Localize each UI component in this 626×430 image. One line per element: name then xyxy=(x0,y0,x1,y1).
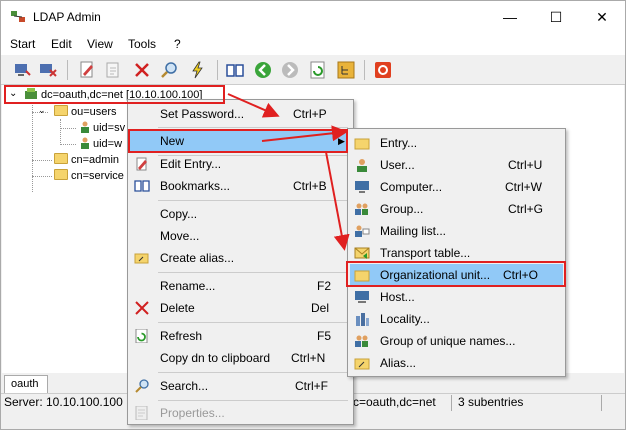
annotation-box-org-unit xyxy=(346,261,566,287)
close-button[interactable]: ✕ xyxy=(579,1,625,33)
status-dn: c=oauth,dc=net xyxy=(353,395,436,409)
toolbar-separator xyxy=(67,60,68,80)
toolbar-separator xyxy=(364,60,365,80)
menu-tools[interactable]: Tools xyxy=(128,37,156,51)
folder-icon xyxy=(54,169,68,180)
maximize-button[interactable]: ☐ xyxy=(533,1,579,33)
tree-node-users[interactable]: ou=users xyxy=(54,105,117,118)
status-divider xyxy=(451,395,452,411)
submenu-item-group[interactable]: Group... Ctrl+G xyxy=(350,198,563,220)
disconnect-icon[interactable] xyxy=(38,60,58,80)
app-icon xyxy=(11,11,25,22)
user-icon xyxy=(357,159,367,172)
refresh-icon[interactable] xyxy=(308,60,328,80)
submenu-item-computer[interactable]: Computer... Ctrl+W xyxy=(350,176,563,198)
menu-item-properties: Properties... xyxy=(130,402,351,424)
menu-help[interactable]: ? xyxy=(174,37,181,51)
menu-item-edit-entry[interactable]: Edit Entry... xyxy=(130,153,351,175)
status-subentries: 3 subentries xyxy=(458,395,524,409)
forward-icon[interactable] xyxy=(280,60,300,80)
transport-icon xyxy=(354,247,370,259)
search-icon[interactable] xyxy=(159,60,179,80)
group-icon xyxy=(355,335,368,347)
menu-item-rename[interactable]: Rename... F2 xyxy=(130,275,351,297)
back-icon[interactable] xyxy=(253,60,273,80)
delete-icon[interactable] xyxy=(132,60,152,80)
status-server: Server: 10.10.100.100 xyxy=(4,395,123,409)
submenu-item-host[interactable]: Host... xyxy=(350,286,563,308)
tree-node-service[interactable]: cn=service xyxy=(54,169,124,182)
properties-icon xyxy=(135,406,148,420)
exit-icon[interactable] xyxy=(373,60,393,80)
alias-icon xyxy=(354,358,370,370)
toolbar-separator xyxy=(217,60,218,80)
menu-item-bookmarks[interactable]: Bookmarks... Ctrl+B xyxy=(130,175,351,197)
menu-item-move[interactable]: Move... xyxy=(130,225,351,247)
menu-edit[interactable]: Edit xyxy=(51,37,72,51)
submenu-item-group-unique-names[interactable]: Group of unique names... xyxy=(350,330,563,352)
tab-oauth[interactable]: oauth xyxy=(4,375,48,393)
folder-icon xyxy=(354,138,370,150)
delete-icon xyxy=(135,301,149,315)
computer-icon xyxy=(355,181,369,193)
status-divider xyxy=(601,395,602,411)
edit-icon[interactable] xyxy=(77,60,97,80)
annotation-box-root xyxy=(4,85,225,104)
alias-icon xyxy=(134,253,149,264)
search-icon xyxy=(135,379,149,393)
folder-icon xyxy=(54,153,68,164)
minimize-button[interactable]: — xyxy=(487,1,533,33)
menu-view[interactable]: View xyxy=(87,37,113,51)
tree-node-user[interactable]: uid=sv xyxy=(80,121,125,134)
lightning-icon[interactable] xyxy=(188,60,208,80)
submenu-item-alias[interactable]: Alias... xyxy=(350,352,563,374)
toolbar xyxy=(1,55,625,85)
menu-start[interactable]: Start xyxy=(10,37,35,51)
connect-icon[interactable] xyxy=(13,60,33,80)
bookmarks-icon xyxy=(134,180,150,192)
collapse-icon[interactable]: ⌄ xyxy=(38,105,46,116)
tree-icon[interactable] xyxy=(336,60,356,80)
submenu-item-user[interactable]: User... Ctrl+U xyxy=(350,154,563,176)
new-submenu: Entry... User... Ctrl+U Computer... Ctrl+W… xyxy=(347,128,566,377)
tree-node-user[interactable]: uid=w xyxy=(80,137,122,150)
menu-item-set-password[interactable]: Set Password... Ctrl+P xyxy=(130,103,351,125)
annotation-box-new xyxy=(128,129,348,153)
bookmarks-icon[interactable] xyxy=(225,60,245,80)
folder-icon xyxy=(54,105,68,116)
menu-item-copy[interactable]: Copy... xyxy=(130,203,351,225)
host-icon xyxy=(355,291,369,303)
title-bar: LDAP Admin — ☐ ✕ xyxy=(1,1,625,33)
menu-item-search[interactable]: Search... Ctrl+F xyxy=(130,375,351,397)
group-icon xyxy=(355,203,368,215)
user-icon xyxy=(81,137,89,149)
menu-item-copy-dn[interactable]: Copy dn to clipboard Ctrl+N xyxy=(130,347,351,369)
tree-node-admin[interactable]: cn=admin xyxy=(54,153,119,166)
submenu-item-entry[interactable]: Entry... xyxy=(350,132,563,154)
submenu-item-locality[interactable]: Locality... xyxy=(350,308,563,330)
submenu-item-mailing-list[interactable]: Mailing list... xyxy=(350,220,563,242)
edit-icon xyxy=(136,157,147,171)
properties-icon[interactable] xyxy=(103,60,123,80)
menu-item-refresh[interactable]: Refresh F5 xyxy=(130,325,351,347)
refresh-icon xyxy=(135,329,148,343)
menu-item-create-alias[interactable]: Create alias... xyxy=(130,247,351,269)
menu-bar: Start Edit View Tools ? xyxy=(1,33,625,55)
user-icon xyxy=(81,121,89,133)
window-title: LDAP Admin xyxy=(33,10,101,24)
mailing-list-icon xyxy=(355,225,370,237)
menu-item-delete[interactable]: Delete Del xyxy=(130,297,351,319)
locality-icon xyxy=(356,313,369,326)
